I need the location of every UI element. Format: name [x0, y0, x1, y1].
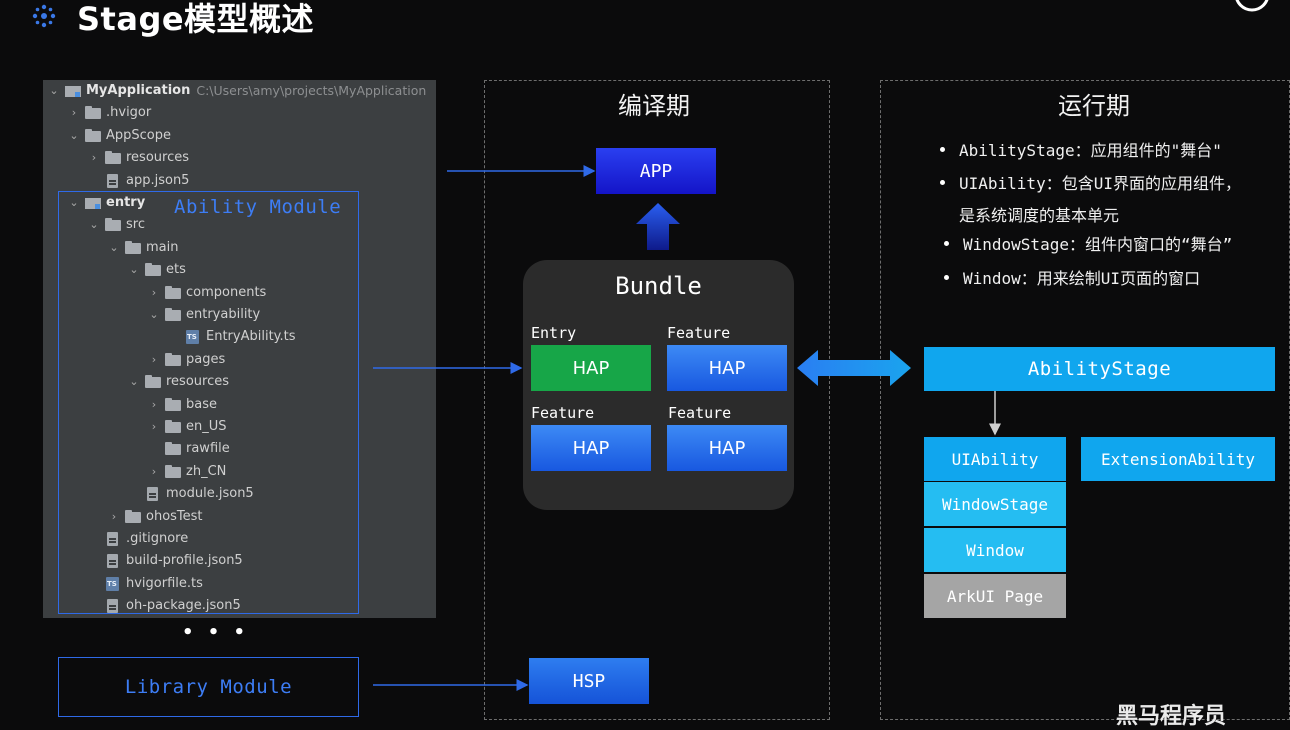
connector-layer — [373, 165, 1001, 691]
bundle-to-app-arrow — [636, 203, 680, 250]
bundle-runtime-double-arrow — [797, 350, 911, 386]
